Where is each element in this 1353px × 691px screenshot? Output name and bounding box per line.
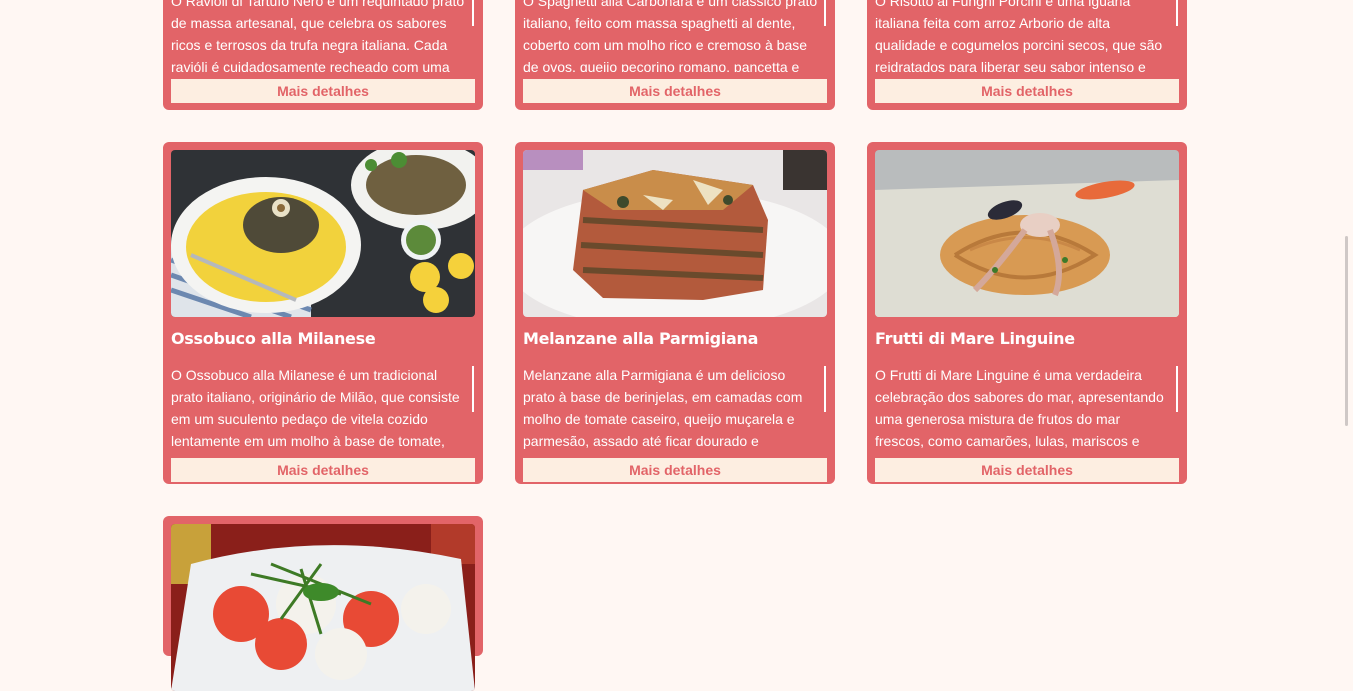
dish-photo-linguine bbox=[875, 150, 1179, 317]
description-scrollbar[interactable] bbox=[472, 0, 474, 26]
dish-description: O Ravióli di Tartufo Nero é um requintad… bbox=[171, 0, 465, 72]
more-details-button[interactable]: Mais detalhes bbox=[523, 79, 827, 103]
more-details-button[interactable]: Mais detalhes bbox=[171, 458, 475, 482]
more-details-button[interactable]: Mais detalhes bbox=[523, 458, 827, 482]
description-scrollbar[interactable] bbox=[1176, 0, 1178, 26]
dish-title: Frutti di Mare Linguine bbox=[875, 329, 1075, 348]
dish-description: O Risotto ai Funghi Porcini é uma iguari… bbox=[875, 0, 1163, 72]
page-scrollbar[interactable] bbox=[1343, 0, 1353, 633]
dish-description-box[interactable]: O Ossobuco alla Milanese é um tradiciona… bbox=[171, 364, 475, 450]
dish-description-box[interactable]: O Spaghetti alla Carbonara é um clássico… bbox=[523, 0, 827, 72]
more-details-button[interactable]: Mais detalhes bbox=[875, 458, 1179, 482]
dish-photo-caprese bbox=[171, 524, 475, 691]
description-scrollbar[interactable] bbox=[1176, 366, 1178, 412]
dish-description: O Frutti di Mare Linguine é uma verdadei… bbox=[875, 367, 1164, 449]
dish-card: Melanzane alla Parmigiana Melanzane alla… bbox=[515, 142, 835, 484]
description-scrollbar[interactable] bbox=[824, 366, 826, 412]
dish-description-box[interactable]: O Ravióli di Tartufo Nero é um requintad… bbox=[171, 0, 475, 72]
dish-description: O Spaghetti alla Carbonara é um clássico… bbox=[523, 0, 818, 72]
dish-description-box[interactable]: O Risotto ai Funghi Porcini é uma iguari… bbox=[875, 0, 1179, 72]
dish-card: Ossobuco alla Milanese O Ossobuco alla M… bbox=[163, 142, 483, 484]
dish-description-box[interactable]: Melanzane alla Parmigiana é um delicioso… bbox=[523, 364, 827, 450]
page-scrollbar-thumb[interactable] bbox=[1345, 236, 1348, 426]
more-details-button[interactable]: Mais detalhes bbox=[875, 79, 1179, 103]
dish-card: O Ravióli di Tartufo Nero é um requintad… bbox=[163, 0, 483, 110]
dish-card: Frutti di Mare Linguine O Frutti di Mare… bbox=[867, 142, 1187, 484]
description-scrollbar[interactable] bbox=[472, 366, 474, 412]
dish-description-box[interactable]: O Frutti di Mare Linguine é uma verdadei… bbox=[875, 364, 1179, 450]
dish-title: Melanzane alla Parmigiana bbox=[523, 329, 759, 348]
dish-card: O Spaghetti alla Carbonara é um clássico… bbox=[515, 0, 835, 110]
more-details-button[interactable]: Mais detalhes bbox=[171, 79, 475, 103]
dish-photo-ossobuco bbox=[171, 150, 475, 317]
dish-card: O Risotto ai Funghi Porcini é uma iguari… bbox=[867, 0, 1187, 110]
dish-title: Ossobuco alla Milanese bbox=[171, 329, 376, 348]
dish-description: O Ossobuco alla Milanese é um tradiciona… bbox=[171, 367, 460, 449]
dish-description: Melanzane alla Parmigiana é um delicioso… bbox=[523, 367, 803, 449]
dish-card bbox=[163, 516, 483, 691]
dish-photo-parmigiana bbox=[523, 150, 827, 317]
description-scrollbar[interactable] bbox=[824, 0, 826, 26]
